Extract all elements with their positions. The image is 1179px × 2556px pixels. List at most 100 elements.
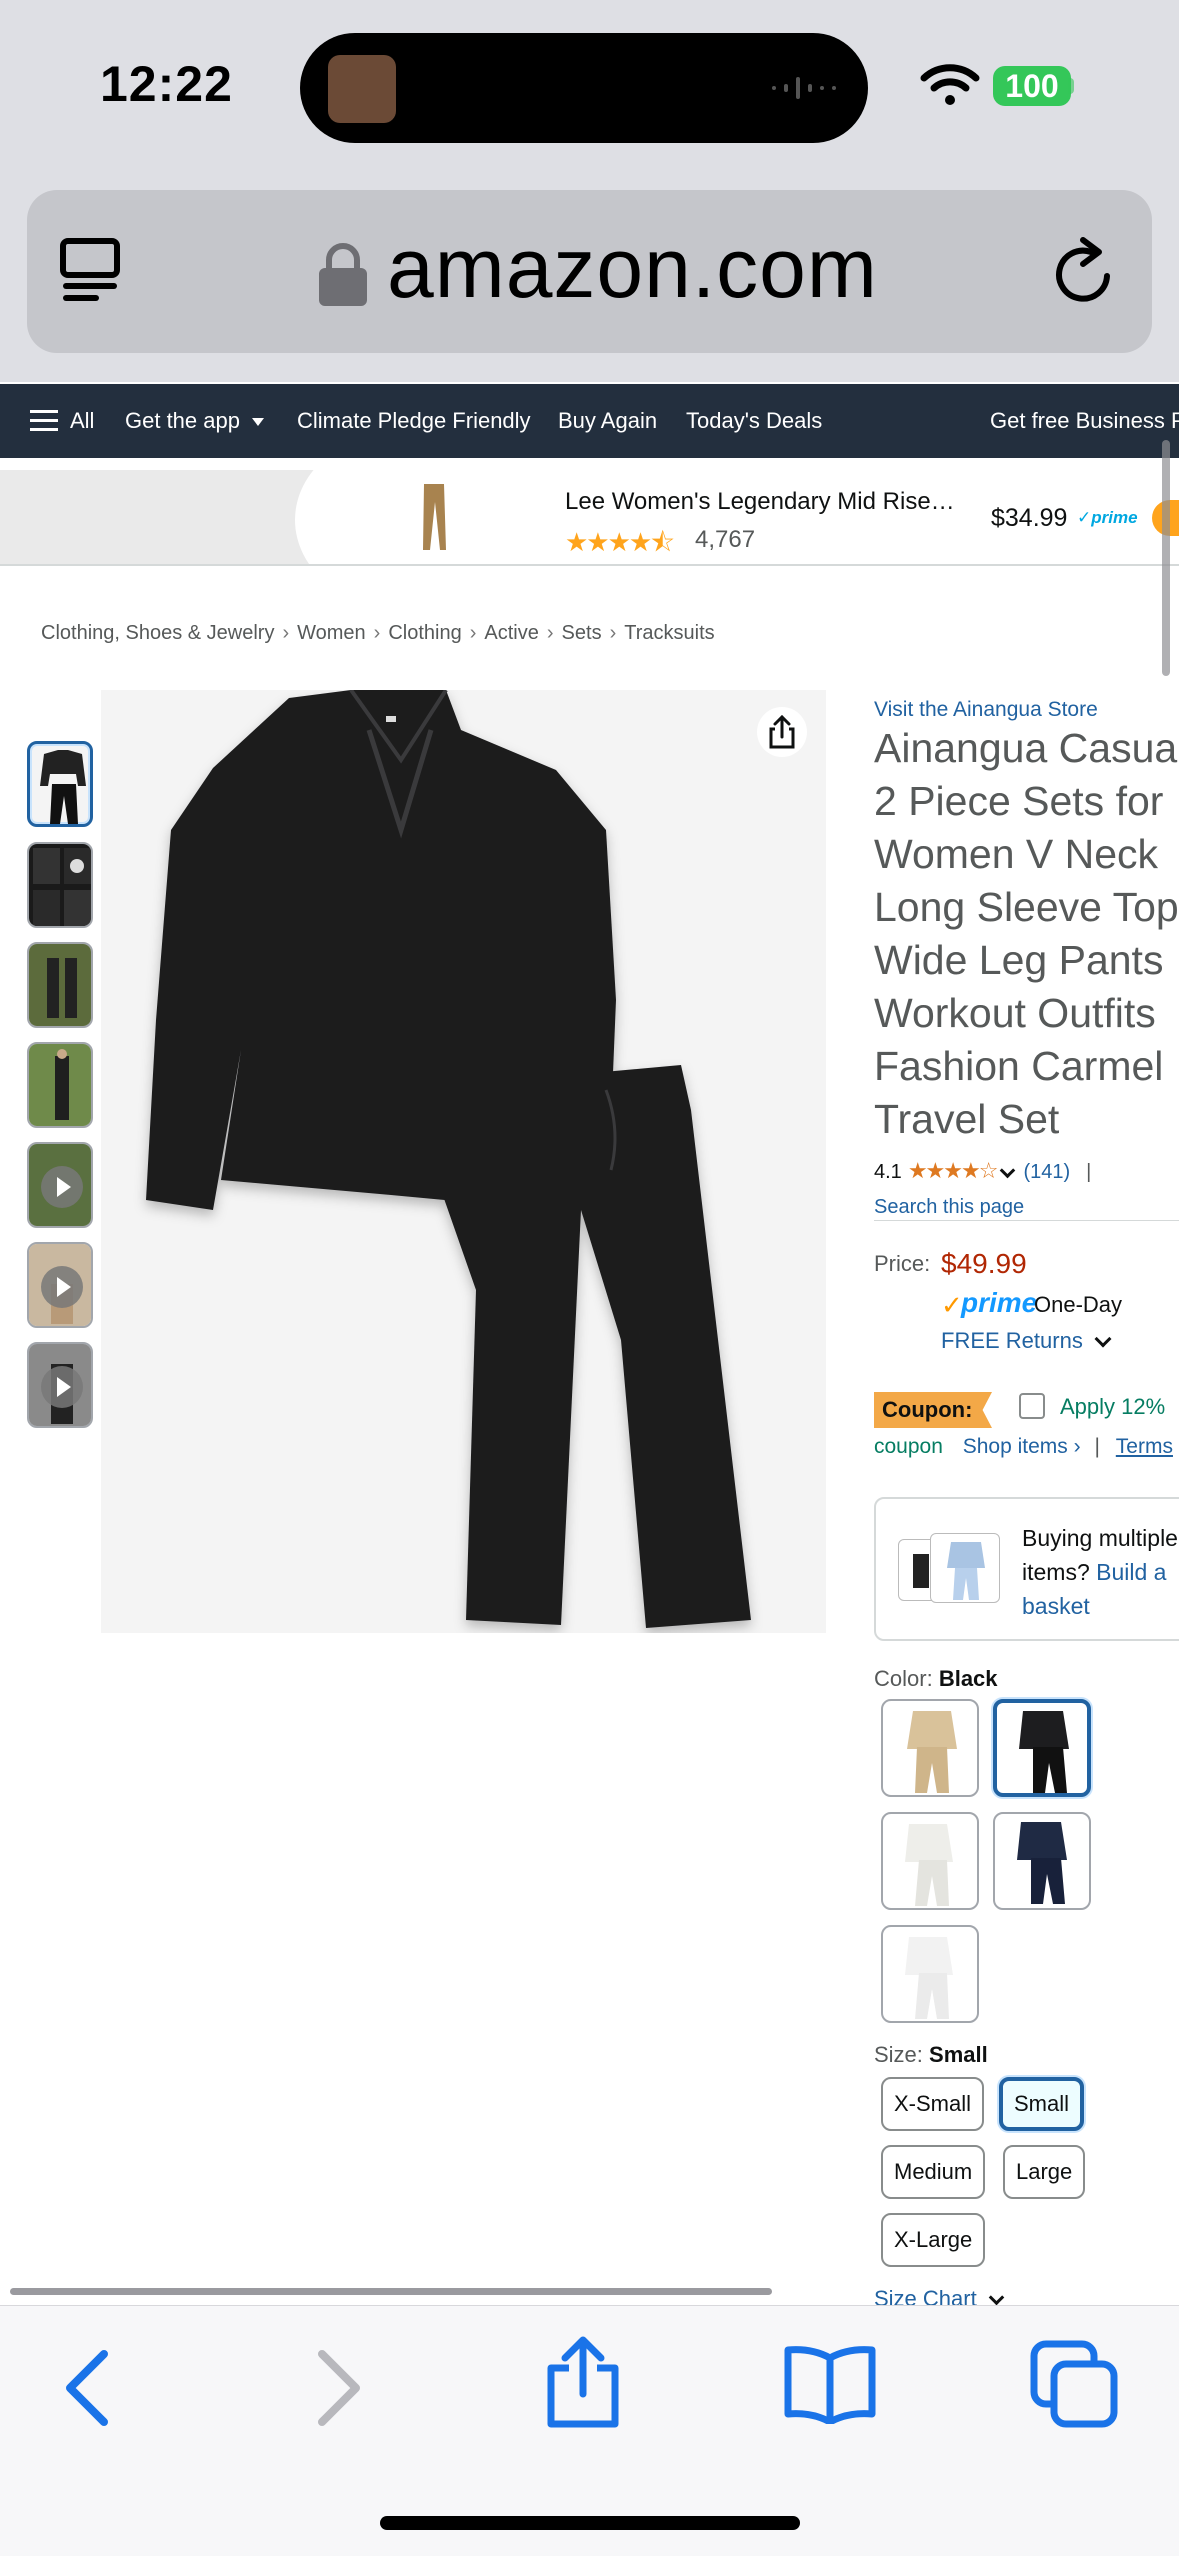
- tracksuit-detail-icon: [29, 844, 91, 926]
- sponsored-product-bar[interactable]: Lee Women's Legendary Mid Rise… ★★★★⯪ 4,…: [0, 470, 1179, 566]
- coupon-line2: coupon Shop items › | Terms: [874, 1435, 1173, 1459]
- prime-check-icon: ✓: [941, 1290, 963, 1320]
- breadcrumb-separator: ›: [282, 622, 290, 644]
- coupon-checkbox[interactable]: [1019, 1393, 1045, 1419]
- tabs-icon[interactable]: [1030, 2340, 1120, 2430]
- menu-icon[interactable]: [30, 408, 58, 432]
- sticky-prime-badge: ✓prime: [1077, 508, 1138, 527]
- color-label-text: Color:: [874, 1666, 933, 1691]
- chevron-down-icon[interactable]: [1000, 1162, 1016, 1179]
- size-option-medium[interactable]: Medium: [881, 2145, 986, 2199]
- nav-all[interactable]: All: [70, 408, 94, 434]
- breadcrumb: Clothing, Shoes & Jewelry › Women › Clothing…: [41, 622, 715, 645]
- url-text[interactable]: amazon.com: [387, 220, 878, 317]
- breadcrumb-item[interactable]: Tracksuits: [624, 622, 714, 644]
- price-label: Price:: [874, 1251, 931, 1276]
- model-photo-icon: [29, 1044, 91, 1126]
- white-tracksuit-icon: [905, 1937, 953, 2019]
- rating-row[interactable]: 4.1 ★★★★☆ (141) |: [874, 1158, 1091, 1184]
- horizontal-scroll-indicator: [10, 2288, 772, 2295]
- black-tracksuit-icon: [1019, 1711, 1069, 1793]
- reload-icon[interactable]: [1049, 232, 1119, 310]
- sticky-stars: ★★★★⯪: [565, 527, 675, 557]
- play-icon: [41, 1166, 83, 1208]
- nav-get-app[interactable]: Get the app: [125, 408, 264, 434]
- browser-top-chrome: 12:22 100 amazon.com: [0, 0, 1179, 382]
- rating-count-link[interactable]: (141): [1023, 1161, 1070, 1183]
- rating-separator: |: [1086, 1161, 1092, 1183]
- size-label-text: Size:: [874, 2042, 923, 2067]
- wifi-icon: [920, 64, 980, 105]
- thumbnail-video-2[interactable]: [27, 1242, 93, 1328]
- color-swatch-white-alt[interactable]: [881, 1925, 979, 2023]
- vertical-scroll-indicator: [1162, 440, 1170, 676]
- thumbnail-image-3[interactable]: [27, 942, 93, 1028]
- prime-logo: prime: [961, 1287, 1038, 1318]
- product-title-line: Fashion Carmel: [874, 1043, 1164, 1089]
- main-product-image[interactable]: [101, 688, 826, 1633]
- breadcrumb-item[interactable]: Women: [297, 622, 366, 644]
- breadcrumb-item[interactable]: Clothing, Shoes & Jewelry: [41, 622, 274, 644]
- reader-mode-icon[interactable]: [57, 235, 123, 305]
- coupon-separator: |: [1094, 1435, 1100, 1458]
- forward-icon: [318, 2350, 360, 2426]
- chevron-down-icon: [988, 2289, 1004, 2305]
- color-swatch-black[interactable]: [993, 1699, 1091, 1797]
- rating-stars[interactable]: ★★★★☆: [908, 1158, 999, 1183]
- thumbnail-image-2[interactable]: [27, 842, 93, 928]
- free-returns-label: FREE Returns: [941, 1328, 1083, 1353]
- size-option-large[interactable]: Large: [1003, 2145, 1086, 2199]
- one-day-delivery: One-Day: [1034, 1292, 1123, 1317]
- product-title-line: Women V Neck: [874, 831, 1159, 877]
- battery-nub: [1068, 78, 1074, 94]
- audio-wave-icon: [772, 77, 836, 99]
- basket-text: Buying multiple items? Build a basket: [1022, 1521, 1179, 1623]
- sticky-title[interactable]: Lee Women's Legendary Mid Rise…: [565, 488, 955, 516]
- color-label: Color: Black: [874, 1666, 998, 1692]
- dynamic-island[interactable]: [300, 33, 868, 143]
- bookmarks-icon[interactable]: [782, 2344, 878, 2424]
- amazon-nav-bar: All Get the app Climate Pledge Friendly …: [0, 384, 1179, 458]
- home-indicator: [380, 2516, 800, 2530]
- size-option-xlarge[interactable]: X-Large: [881, 2213, 986, 2267]
- breadcrumb-item[interactable]: Active: [484, 622, 538, 644]
- product-title-line: 2 Piece Sets for: [874, 778, 1164, 824]
- share-icon[interactable]: [543, 2334, 623, 2430]
- size-option-xsmall[interactable]: X-Small: [881, 2077, 985, 2131]
- nav-buy-again[interactable]: Buy Again: [558, 408, 657, 434]
- terms-link[interactable]: Terms: [1116, 1435, 1173, 1458]
- breadcrumb-item[interactable]: Clothing: [388, 622, 461, 644]
- thumbnail-video-3[interactable]: [27, 1342, 93, 1428]
- nav-business[interactable]: Get free Business Pr: [990, 408, 1179, 434]
- color-swatch-white[interactable]: [881, 1812, 979, 1910]
- divider: [874, 1220, 1179, 1221]
- rating-value: 4.1: [874, 1161, 902, 1183]
- search-this-page-link[interactable]: Search this page: [874, 1196, 1024, 1219]
- lock-icon: [319, 243, 367, 306]
- coupon-badge: Coupon:: [874, 1392, 992, 1428]
- thumbnail-image-4[interactable]: [27, 1042, 93, 1128]
- store-link[interactable]: Visit the Ainangua Store: [874, 698, 1098, 722]
- now-playing-artwork: [328, 55, 396, 123]
- nav-climate-pledge[interactable]: Climate Pledge Friendly: [297, 408, 531, 434]
- coupon-apply-text[interactable]: Apply 12%: [1060, 1394, 1165, 1420]
- nav-todays-deals[interactable]: Today's Deals: [686, 408, 822, 434]
- product-title-line: Wide Leg Pants: [874, 937, 1164, 983]
- product-title-line: Workout Outfits: [874, 990, 1156, 1036]
- khaki-tracksuit-icon: [907, 1711, 957, 1793]
- model-photo-icon: [29, 944, 91, 1026]
- free-returns-link[interactable]: FREE Returns: [941, 1328, 1112, 1354]
- share-button[interactable]: [757, 707, 807, 757]
- shop-items-link[interactable]: Shop items ›: [963, 1435, 1081, 1458]
- color-swatch-navy[interactable]: [993, 1812, 1091, 1910]
- size-option-small[interactable]: Small: [999, 2077, 1085, 2131]
- address-bar[interactable]: amazon.com: [27, 190, 1152, 353]
- sticky-review-count: 4,767: [695, 526, 756, 553]
- size-value: Small: [929, 2042, 988, 2067]
- build-basket-card[interactable]: Buying multiple items? Build a basket: [874, 1497, 1179, 1641]
- thumbnail-image-1[interactable]: [27, 741, 93, 827]
- thumbnail-video-1[interactable]: [27, 1142, 93, 1228]
- breadcrumb-item[interactable]: Sets: [562, 622, 602, 644]
- color-swatch-khaki[interactable]: [881, 1699, 979, 1797]
- back-icon[interactable]: [58, 2348, 118, 2428]
